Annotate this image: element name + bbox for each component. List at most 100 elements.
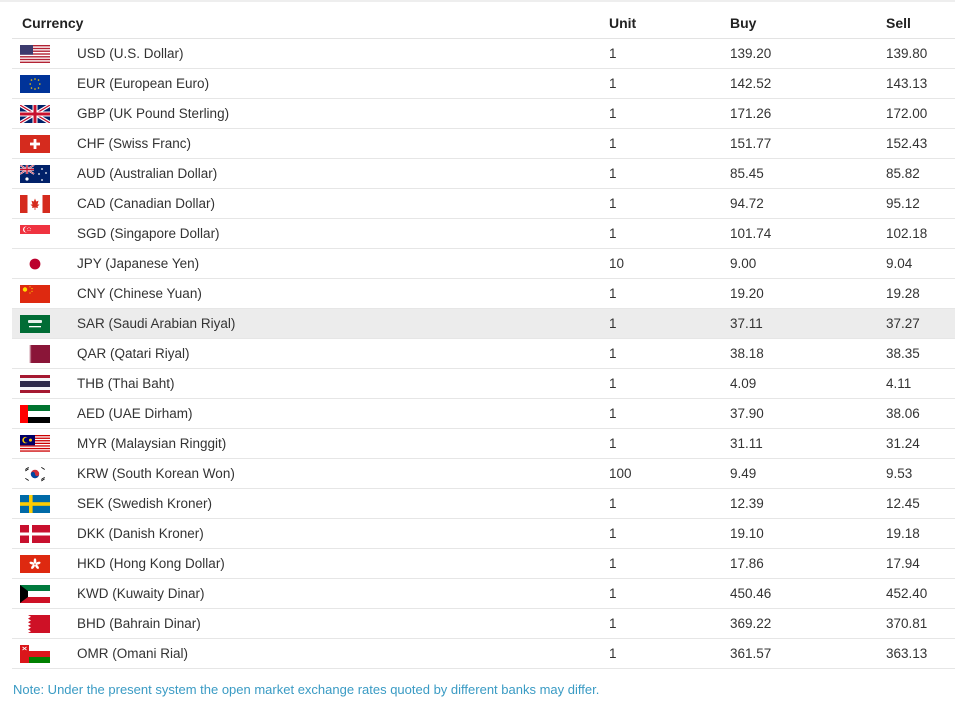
table-row: KWD (Kuwaity Dinar) 1 450.46 452.40 xyxy=(12,578,955,609)
dk-flag-icon xyxy=(20,524,50,543)
unit-cell: 1 xyxy=(609,158,730,189)
table-row: HKD (Hong Kong Dollar) 1 17.86 17.94 xyxy=(12,548,955,579)
currency-cell: USD (U.S. Dollar) xyxy=(12,38,609,69)
currency-cell: SGD (Singapore Dollar) xyxy=(12,218,609,249)
currency-cell-content: AED (UAE Dirham) xyxy=(12,404,609,423)
currency-name: GBP (UK Pound Sterling) xyxy=(77,106,230,121)
table-row: CAD (Canadian Dollar) 1 94.72 95.12 xyxy=(12,188,955,219)
qa-flag-icon xyxy=(20,344,50,363)
buy-rate-cell: 94.72 xyxy=(730,188,886,219)
currency-name: AUD (Australian Dollar) xyxy=(77,166,218,181)
kr-flag-icon xyxy=(20,464,50,483)
currency-cell-content: CAD (Canadian Dollar) xyxy=(12,194,609,213)
currency-cell: JPY (Japanese Yen) xyxy=(12,248,609,279)
buy-rate-cell: 171.26 xyxy=(730,98,886,129)
table-row: DKK (Danish Kroner) 1 19.10 19.18 xyxy=(12,518,955,549)
currency-cell: OMR (Omani Rial) xyxy=(12,638,609,669)
unit-cell: 1 xyxy=(609,368,730,399)
currency-name: USD (U.S. Dollar) xyxy=(77,46,184,61)
currency-cell: CHF (Swiss Franc) xyxy=(12,128,609,159)
disclaimer-note: Note: Under the present system the open … xyxy=(13,682,600,697)
currency-cell-content: OMR (Omani Rial) xyxy=(12,644,609,663)
se-flag-icon xyxy=(20,494,50,513)
sell-rate-cell: 12.45 xyxy=(886,488,955,519)
unit-cell: 1 xyxy=(609,188,730,219)
buy-rate-cell: 31.11 xyxy=(730,428,886,459)
buy-rate-cell: 101.74 xyxy=(730,218,886,249)
currency-name: EUR (European Euro) xyxy=(77,76,210,91)
unit-cell: 1 xyxy=(609,278,730,309)
buy-rate-cell: 4.09 xyxy=(730,368,886,399)
buy-rate-cell: 9.49 xyxy=(730,458,886,489)
ca-flag-icon xyxy=(20,194,50,213)
currency-cell-content: EUR (European Euro) xyxy=(12,74,609,93)
currency-cell-content: GBP (UK Pound Sterling) xyxy=(12,104,609,123)
unit-cell: 100 xyxy=(609,458,730,489)
unit-cell: 1 xyxy=(609,338,730,369)
unit-cell: 1 xyxy=(609,488,730,519)
currency-name: KWD (Kuwaity Dinar) xyxy=(77,586,205,601)
buy-rate-cell: 369.22 xyxy=(730,608,886,639)
buy-rate-cell: 38.18 xyxy=(730,338,886,369)
header-buy: Buy xyxy=(730,8,886,39)
currency-cell: GBP (UK Pound Sterling) xyxy=(12,98,609,129)
currency-cell-content: USD (U.S. Dollar) xyxy=(12,44,609,63)
currency-name: DKK (Danish Kroner) xyxy=(77,526,204,541)
unit-cell: 1 xyxy=(609,308,730,339)
unit-cell: 10 xyxy=(609,248,730,279)
currency-name: CAD (Canadian Dollar) xyxy=(77,196,216,211)
currency-cell-content: SGD (Singapore Dollar) xyxy=(12,224,609,243)
currency-cell-content: SAR (Saudi Arabian Riyal) xyxy=(12,314,609,333)
sell-rate-cell: 452.40 xyxy=(886,578,955,609)
unit-cell: 1 xyxy=(609,98,730,129)
buy-rate-cell: 17.86 xyxy=(730,548,886,579)
eu-flag-icon xyxy=(20,74,50,93)
currency-name: KRW (South Korean Won) xyxy=(77,466,235,481)
sell-rate-cell: 19.28 xyxy=(886,278,955,309)
unit-cell: 1 xyxy=(609,638,730,669)
unit-cell: 1 xyxy=(609,548,730,579)
buy-rate-cell: 85.45 xyxy=(730,158,886,189)
buy-rate-cell: 151.77 xyxy=(730,128,886,159)
table-row: SAR (Saudi Arabian Riyal) 1 37.11 37.27 xyxy=(12,308,955,339)
buy-rate-cell: 19.20 xyxy=(730,278,886,309)
buy-rate-cell: 139.20 xyxy=(730,38,886,69)
currency-cell: AUD (Australian Dollar) xyxy=(12,158,609,189)
ae-flag-icon xyxy=(20,404,50,423)
table-row: CNY (Chinese Yuan) 1 19.20 19.28 xyxy=(12,278,955,309)
table-row: KRW (South Korean Won) 100 9.49 9.53 xyxy=(12,458,955,489)
currency-cell-content: KRW (South Korean Won) xyxy=(12,464,609,483)
cn-flag-icon xyxy=(20,284,50,303)
currency-cell: KWD (Kuwaity Dinar) xyxy=(12,578,609,609)
currency-cell-content: KWD (Kuwaity Dinar) xyxy=(12,584,609,603)
currency-name: JPY (Japanese Yen) xyxy=(77,256,200,271)
buy-rate-cell: 142.52 xyxy=(730,68,886,99)
sell-rate-cell: 38.35 xyxy=(886,338,955,369)
currency-cell: KRW (South Korean Won) xyxy=(12,458,609,489)
buy-rate-cell: 9.00 xyxy=(730,248,886,279)
unit-cell: 1 xyxy=(609,398,730,429)
sell-rate-cell: 95.12 xyxy=(886,188,955,219)
table-row: THB (Thai Baht) 1 4.09 4.11 xyxy=(12,368,955,399)
unit-cell: 1 xyxy=(609,218,730,249)
currency-cell: MYR (Malaysian Ringgit) xyxy=(12,428,609,459)
sell-rate-cell: 85.82 xyxy=(886,158,955,189)
buy-rate-cell: 361.57 xyxy=(730,638,886,669)
au-flag-icon xyxy=(20,164,50,183)
my-flag-icon xyxy=(20,434,50,453)
table-row: CHF (Swiss Franc) 1 151.77 152.43 xyxy=(12,128,955,159)
currency-cell-content: AUD (Australian Dollar) xyxy=(12,164,609,183)
currency-cell: EUR (European Euro) xyxy=(12,68,609,99)
currency-name: SEK (Swedish Kroner) xyxy=(77,496,213,511)
unit-cell: 1 xyxy=(609,428,730,459)
currency-cell-content: THB (Thai Baht) xyxy=(12,374,609,393)
currency-name: HKD (Hong Kong Dollar) xyxy=(77,556,225,571)
sell-rate-cell: 370.81 xyxy=(886,608,955,639)
currency-cell-content: HKD (Hong Kong Dollar) xyxy=(12,554,609,573)
sell-rate-cell: 102.18 xyxy=(886,218,955,249)
om-flag-icon xyxy=(20,644,50,663)
currency-cell-content: MYR (Malaysian Ringgit) xyxy=(12,434,609,453)
table-row: AUD (Australian Dollar) 1 85.45 85.82 xyxy=(12,158,955,189)
unit-cell: 1 xyxy=(609,128,730,159)
table-row: EUR (European Euro) 1 142.52 143.13 xyxy=(12,68,955,99)
